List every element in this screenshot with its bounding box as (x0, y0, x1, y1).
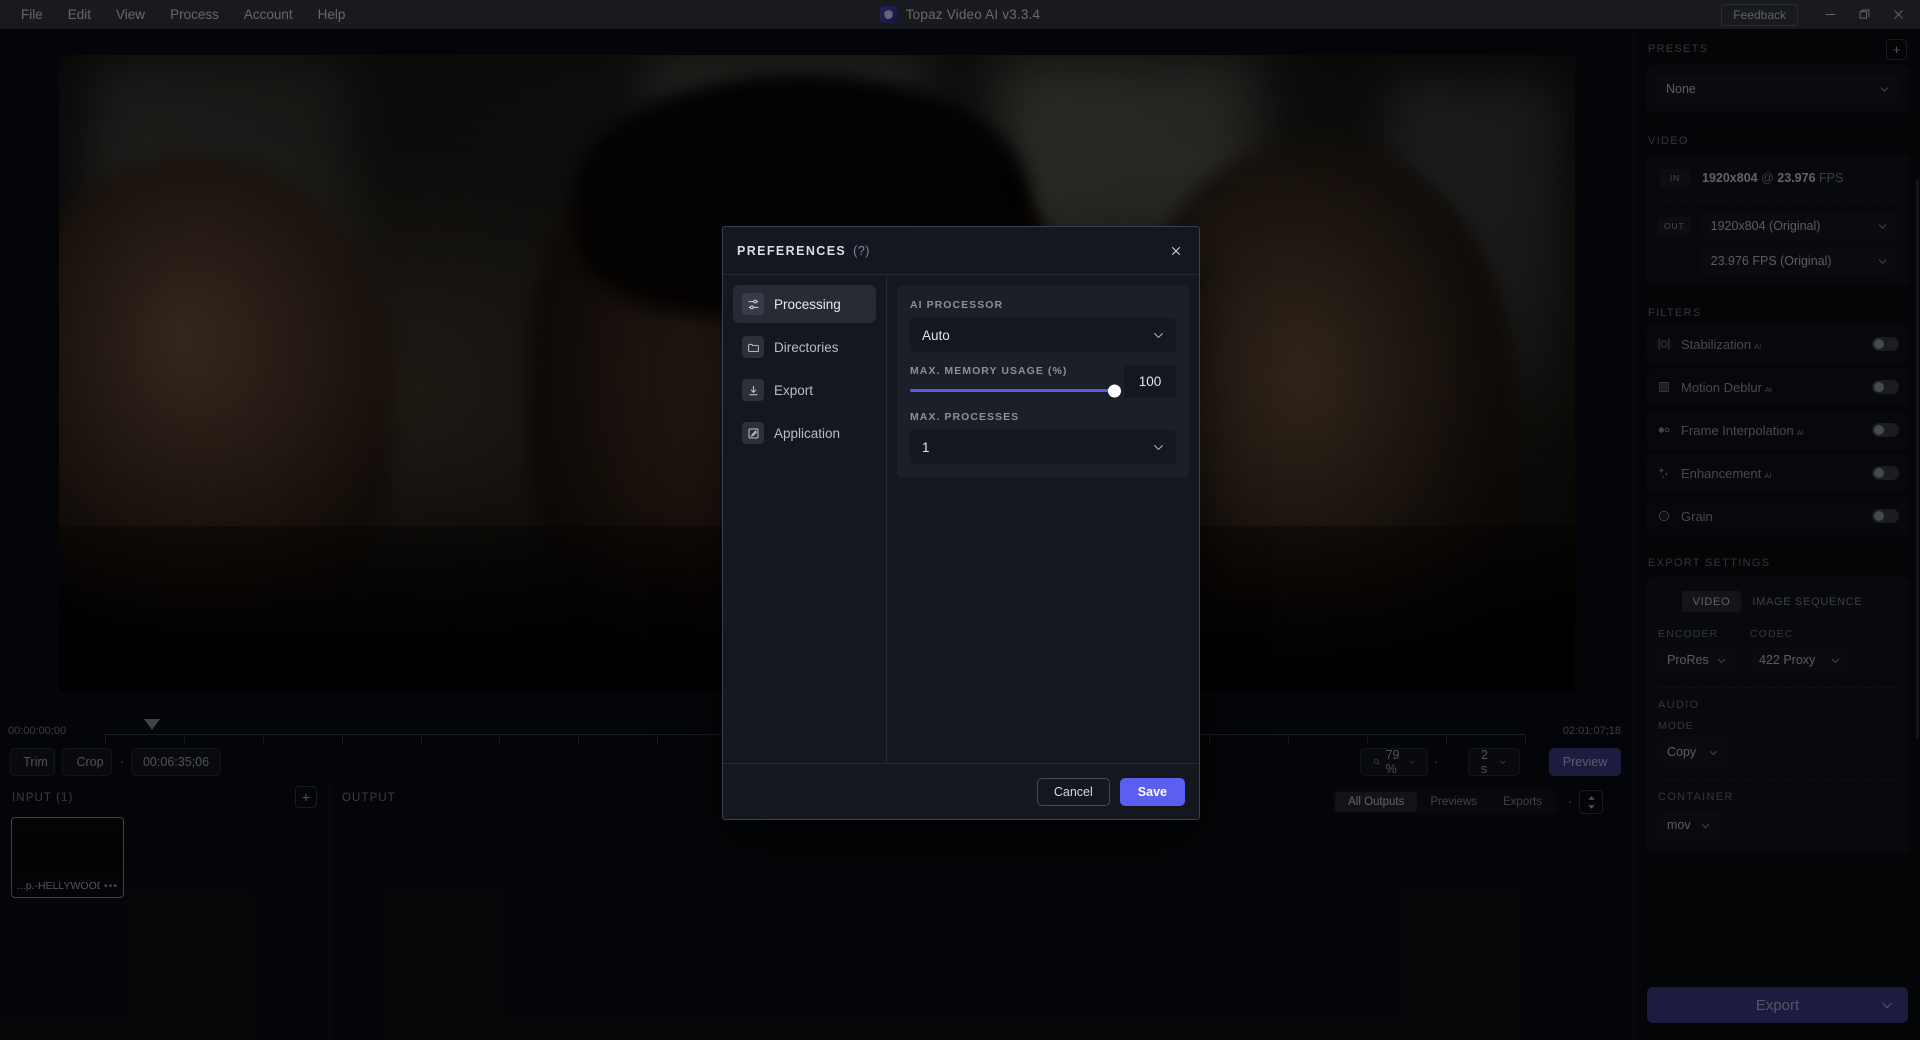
dialog-header: PREFERENCES (?) (723, 227, 1199, 275)
app-edit-icon (742, 422, 764, 444)
download-icon (742, 379, 764, 401)
nav-item-application[interactable]: Application (733, 414, 876, 452)
nav-label-export: Export (774, 382, 814, 398)
cancel-button[interactable]: Cancel (1036, 777, 1110, 806)
max-processes-label: MAX. PROCESSES (910, 411, 1020, 423)
ai-processor-value: Auto (922, 327, 950, 343)
memory-usage-input[interactable]: 100 (1124, 365, 1176, 398)
folder-icon (742, 336, 764, 358)
close-icon[interactable] (1163, 238, 1189, 264)
nav-label-application: Application (774, 425, 841, 441)
save-button[interactable]: Save (1119, 777, 1185, 806)
nav-item-export[interactable]: Export (733, 371, 876, 409)
memory-usage-slider[interactable] (910, 384, 1121, 397)
nav-label-directories: Directories (774, 339, 839, 355)
nav-item-directories[interactable]: Directories (733, 328, 876, 366)
processing-pane: AI PROCESSOR Auto MAX. MEMORY USAGE (%) (897, 285, 1189, 478)
memory-usage-row: MAX. MEMORY USAGE (%) 100 (910, 365, 1176, 398)
sliders-icon (742, 293, 764, 315)
preferences-dialog: PREFERENCES (?) Processing Directories E… (722, 226, 1200, 820)
dialog-body: Processing Directories Export Applicatio… (723, 275, 1199, 763)
max-processes-group: MAX. PROCESSES 1 (910, 411, 1176, 464)
chevron-down-icon (1152, 329, 1165, 342)
ai-processor-label: AI PROCESSOR (910, 299, 1004, 311)
max-processes-value: 1 (922, 439, 930, 455)
dialog-title: PREFERENCES (737, 243, 847, 258)
dialog-footer: Cancel Save (723, 763, 1199, 819)
max-processes-select[interactable]: 1 (910, 430, 1176, 464)
nav-item-processing[interactable]: Processing (733, 285, 876, 323)
memory-usage-label: MAX. MEMORY USAGE (%) (910, 365, 1068, 377)
ai-processor-select[interactable]: Auto (910, 318, 1176, 352)
chevron-down-icon (1152, 441, 1165, 454)
nav-label-processing: Processing (774, 296, 841, 312)
slider-knob[interactable] (1108, 384, 1121, 397)
help-icon[interactable]: (?) (853, 244, 870, 258)
application-window: File Edit View Process Account Help Topa… (0, 0, 1920, 1040)
dialog-nav: Processing Directories Export Applicatio… (723, 275, 887, 763)
dialog-main: AI PROCESSOR Auto MAX. MEMORY USAGE (%) (887, 275, 1199, 763)
